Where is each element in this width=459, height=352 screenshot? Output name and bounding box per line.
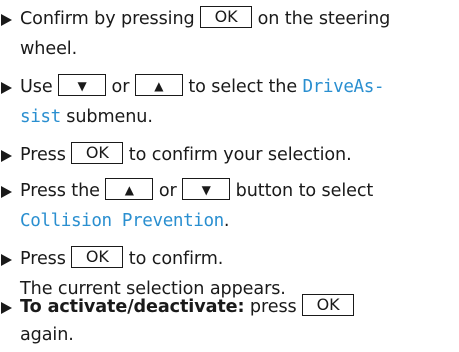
step-4-line-2: Collision Prevention.: [20, 206, 229, 236]
step-3-text-b: to confirm your selection.: [123, 145, 352, 165]
step-1-text-c: wheel.: [20, 39, 78, 59]
menu-item-collision-prevention: Collision Prevention: [20, 211, 224, 231]
step-2-or: or: [106, 77, 135, 97]
step-4-text-a: Press the: [20, 181, 106, 201]
instruction-list: Confirm by pressing OK on the steering w…: [0, 0, 459, 352]
triangle-bullet-icon: [1, 82, 12, 94]
ok-key: OK: [200, 6, 253, 28]
step-6-line-1: To activate/deactivate: press OK: [0, 292, 355, 322]
step-2-line-1: Use ▼ or ▲ to select the DriveAs-: [0, 72, 384, 102]
down-arrow-icon: ▼: [77, 79, 87, 93]
step-1-text-b: on the steering: [252, 9, 391, 29]
step-6-heading: To activate/deactivate:: [20, 297, 245, 317]
ok-key: OK: [71, 142, 124, 164]
ok-key: OK: [302, 294, 355, 316]
step-2-text-c: submenu.: [60, 107, 153, 127]
up-arrow-key: ▲: [134, 74, 183, 96]
triangle-bullet-icon: [1, 186, 12, 198]
step-4-text-b: button to select: [230, 181, 374, 201]
triangle-bullet-icon: [1, 302, 12, 314]
step-1-line-1: Confirm by pressing OK on the steering: [0, 4, 390, 34]
step-2-line-2: sist submenu.: [20, 102, 153, 132]
up-arrow-key: ▲: [105, 178, 154, 200]
menu-name-driveassist-part1: DriveAs-: [302, 77, 385, 97]
ok-key: OK: [71, 246, 124, 268]
step-6-text-c: again.: [20, 325, 74, 345]
step-4-line-1: Press the ▲ or ▼ button to select: [0, 176, 373, 206]
up-arrow-icon: ▲: [154, 79, 164, 93]
step-4-or: or: [153, 181, 183, 201]
menu-name-driveassist-part2: sist: [20, 107, 61, 127]
triangle-bullet-icon: [1, 150, 12, 162]
step-4-end: .: [223, 211, 230, 231]
down-arrow-key: ▼: [182, 178, 231, 200]
down-arrow-icon: ▼: [201, 183, 211, 197]
step-2-text-b: to select the: [182, 77, 303, 97]
step-5-text-b: to confirm.: [123, 249, 224, 269]
up-arrow-icon: ▲: [124, 183, 134, 197]
step-6-text-a: press: [244, 297, 303, 317]
triangle-bullet-icon: [1, 14, 12, 26]
step-3-line-1: Press OK to confirm your selection.: [0, 140, 352, 170]
step-1-text-a: Confirm by pressing: [20, 9, 201, 29]
triangle-bullet-icon: [1, 254, 12, 266]
step-5-line-1: Press OK to confirm.: [0, 244, 223, 274]
down-arrow-key: ▼: [58, 74, 107, 96]
